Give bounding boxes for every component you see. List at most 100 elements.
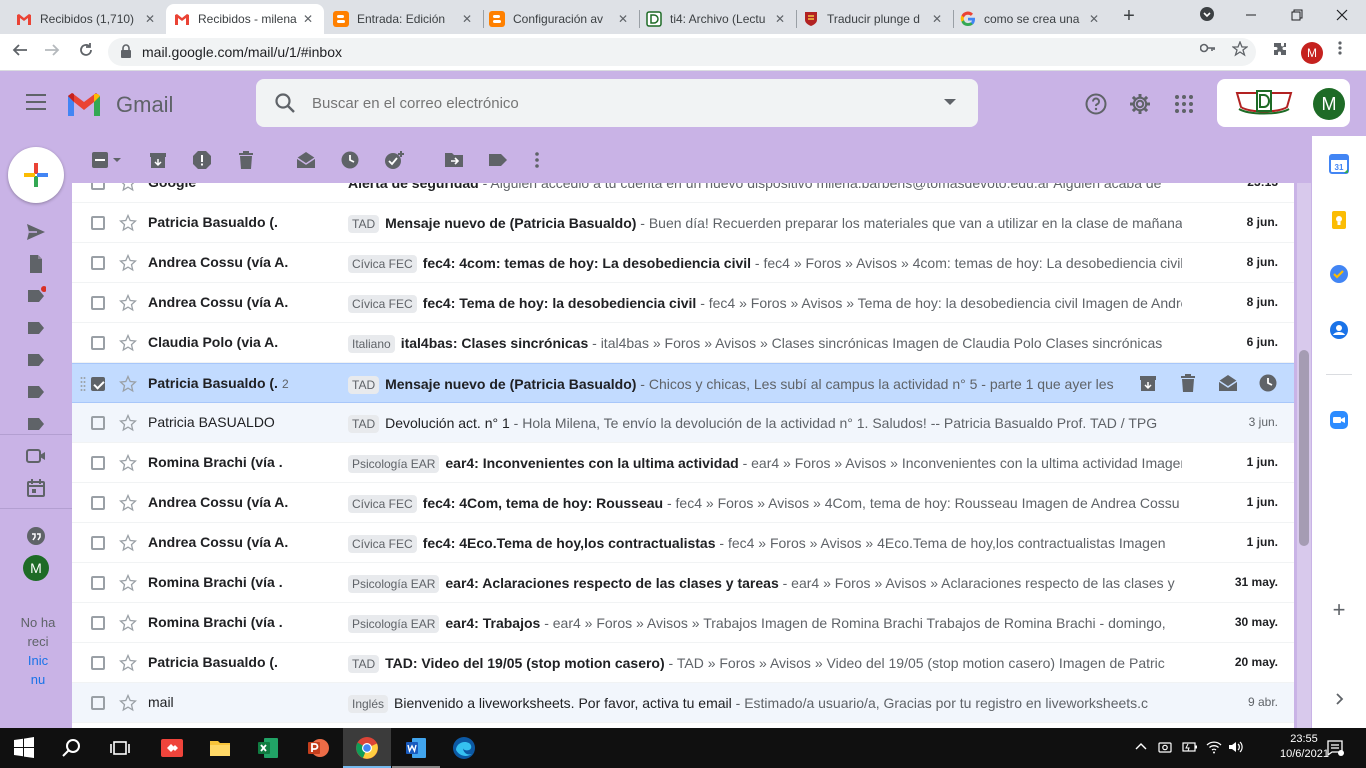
browser-menu-icon[interactable] bbox=[1338, 41, 1342, 58]
star-icon[interactable] bbox=[119, 614, 137, 632]
row-checkbox[interactable] bbox=[91, 416, 105, 430]
archive-icon[interactable] bbox=[148, 150, 168, 170]
account-avatar[interactable]: M bbox=[1313, 88, 1345, 120]
row-checkbox[interactable] bbox=[91, 256, 105, 270]
hangouts-start-link[interactable]: Inic bbox=[18, 653, 58, 668]
email-row[interactable]: Patricia Basualdo (. TAD Mensaje nuevo de … bbox=[72, 203, 1294, 243]
report-spam-icon[interactable] bbox=[192, 150, 212, 170]
close-tab-icon[interactable]: ✕ bbox=[772, 12, 788, 26]
hangouts-avatar[interactable]: M bbox=[23, 555, 49, 581]
snooze-clock-icon[interactable] bbox=[340, 150, 360, 170]
close-window-icon[interactable] bbox=[1327, 4, 1357, 30]
scrollbar-thumb[interactable] bbox=[1299, 350, 1309, 546]
close-tab-icon[interactable]: ✕ bbox=[1086, 12, 1102, 26]
email-row[interactable]: mail Inglés Bienvenido a liveworksheets. P… bbox=[72, 683, 1294, 723]
email-row[interactable]: Romina Brachi (vía . Psicología EAR ear4: … bbox=[72, 603, 1294, 643]
row-checkbox[interactable] bbox=[91, 616, 105, 630]
extensions-icon[interactable] bbox=[1272, 41, 1288, 60]
email-row[interactable]: Andrea Cossu (vía A. Cívica FEC fec4: 4com… bbox=[72, 243, 1294, 283]
star-icon[interactable] bbox=[119, 534, 137, 552]
close-tab-icon[interactable]: ✕ bbox=[929, 12, 945, 26]
row-checkbox[interactable] bbox=[91, 536, 105, 550]
browser-profile-avatar[interactable]: M bbox=[1301, 42, 1323, 64]
email-label-chip[interactable]: TAD bbox=[348, 215, 380, 233]
back-icon[interactable] bbox=[8, 40, 32, 64]
lock-icon[interactable] bbox=[120, 44, 132, 58]
row-checkbox[interactable] bbox=[91, 656, 105, 670]
label-icon[interactable] bbox=[26, 318, 46, 338]
star-icon[interactable] bbox=[119, 214, 137, 232]
email-row[interactable]: Andrea Cossu (vía A. Cívica FEC fec4: 4Com… bbox=[72, 483, 1294, 523]
close-tab-icon[interactable]: ✕ bbox=[459, 12, 475, 26]
browser-tab[interactable]: ti4: Archivo (Lectu ✕ bbox=[638, 4, 796, 34]
address-bar[interactable]: mail.google.com/mail/u/1/#inbox bbox=[108, 38, 1256, 66]
bookmark-star-icon[interactable] bbox=[1231, 40, 1249, 60]
minimize-icon[interactable] bbox=[1236, 4, 1266, 30]
delete-icon[interactable] bbox=[1178, 373, 1198, 393]
email-label-chip[interactable]: Psicología EAR bbox=[348, 575, 440, 593]
email-label-chip[interactable]: Italiano bbox=[348, 335, 395, 353]
star-icon[interactable] bbox=[119, 183, 137, 192]
get-addons-plus-icon[interactable]: + bbox=[1329, 599, 1349, 621]
meet-video-icon[interactable] bbox=[26, 446, 46, 466]
hangouts-start-link[interactable]: nu bbox=[18, 672, 58, 687]
row-checkbox[interactable] bbox=[91, 216, 105, 230]
email-row[interactable]: Andrea Cossu (vía A. Cívica FEC fec4: 4Eco… bbox=[72, 523, 1294, 563]
search-bar[interactable] bbox=[256, 79, 978, 127]
add-to-tasks-icon[interactable] bbox=[384, 150, 404, 170]
email-row[interactable]: Romina Brachi (vía . Psicología EAR ear4: … bbox=[72, 563, 1294, 603]
edge-app-icon[interactable] bbox=[452, 736, 476, 760]
browser-tab[interactable]: Configuración av ✕ bbox=[481, 4, 639, 34]
email-label-chip[interactable]: TAD bbox=[348, 655, 380, 673]
reload-icon[interactable] bbox=[74, 40, 98, 64]
tray-volume-icon[interactable] bbox=[1228, 740, 1244, 754]
tray-wifi-icon[interactable] bbox=[1206, 740, 1222, 754]
forward-icon[interactable] bbox=[40, 40, 64, 64]
gmail-logo-icon[interactable] bbox=[66, 90, 102, 118]
key-icon[interactable] bbox=[1199, 41, 1216, 57]
close-tab-icon[interactable]: ✕ bbox=[300, 12, 316, 26]
email-row[interactable]: Patricia Basualdo (. 2 TAD Mensaje nuevo de… bbox=[72, 363, 1294, 403]
search-icon[interactable] bbox=[274, 92, 296, 114]
calendar-app-icon[interactable]: 31 bbox=[1329, 154, 1349, 174]
sent-icon[interactable] bbox=[26, 222, 46, 242]
select-dropdown-icon[interactable] bbox=[112, 150, 122, 170]
email-label-chip[interactable]: Cívica FEC bbox=[348, 255, 417, 273]
word-app-icon[interactable] bbox=[404, 736, 428, 760]
email-label-chip[interactable]: Cívica FEC bbox=[348, 495, 417, 513]
star-icon[interactable] bbox=[119, 294, 137, 312]
new-tab-button[interactable]: + bbox=[1119, 6, 1139, 28]
archive-icon[interactable] bbox=[1138, 373, 1158, 393]
anydesk-app-icon[interactable] bbox=[160, 736, 184, 760]
chrome-app-icon[interactable] bbox=[355, 736, 379, 760]
help-icon[interactable] bbox=[1084, 92, 1108, 116]
row-checkbox[interactable] bbox=[91, 377, 105, 391]
email-row[interactable]: Patricia Basualdo (. TAD TAD: Video del 19… bbox=[72, 643, 1294, 683]
email-row[interactable]: Patricia BASUALDO TAD Devolución act. n° 1… bbox=[72, 403, 1294, 443]
apps-grid-icon[interactable] bbox=[1172, 92, 1196, 116]
star-icon[interactable] bbox=[119, 254, 137, 272]
close-tab-icon[interactable]: ✕ bbox=[615, 12, 631, 26]
contacts-app-icon[interactable] bbox=[1329, 320, 1349, 340]
select-checkbox-icon[interactable] bbox=[90, 150, 110, 170]
zoom-app-icon[interactable] bbox=[1329, 410, 1349, 430]
restore-icon[interactable] bbox=[1282, 4, 1312, 30]
excel-app-icon[interactable] bbox=[256, 736, 280, 760]
mark-as-read-icon[interactable] bbox=[1218, 373, 1238, 393]
settings-gear-icon[interactable] bbox=[1128, 92, 1152, 116]
delete-icon[interactable] bbox=[236, 150, 256, 170]
browser-tab[interactable]: Recibidos - milena ✕ bbox=[166, 4, 324, 34]
drag-handle-icon[interactable] bbox=[80, 376, 86, 392]
browser-tab[interactable]: Entrada: Edición ✕ bbox=[325, 4, 483, 34]
star-icon[interactable] bbox=[119, 454, 137, 472]
email-label-chip[interactable]: Psicología EAR bbox=[348, 455, 440, 473]
email-label-chip[interactable]: Psicología EAR bbox=[348, 615, 440, 633]
email-label-chip[interactable]: TAD bbox=[348, 376, 380, 394]
task-view-icon[interactable] bbox=[108, 736, 132, 760]
label-icon[interactable] bbox=[26, 382, 46, 402]
star-icon[interactable] bbox=[119, 654, 137, 672]
email-label-chip[interactable]: Inglés bbox=[348, 695, 389, 713]
windows-start-icon[interactable] bbox=[12, 736, 36, 760]
keep-app-icon[interactable] bbox=[1329, 210, 1349, 230]
tray-chevron-up-icon[interactable] bbox=[1134, 740, 1148, 754]
